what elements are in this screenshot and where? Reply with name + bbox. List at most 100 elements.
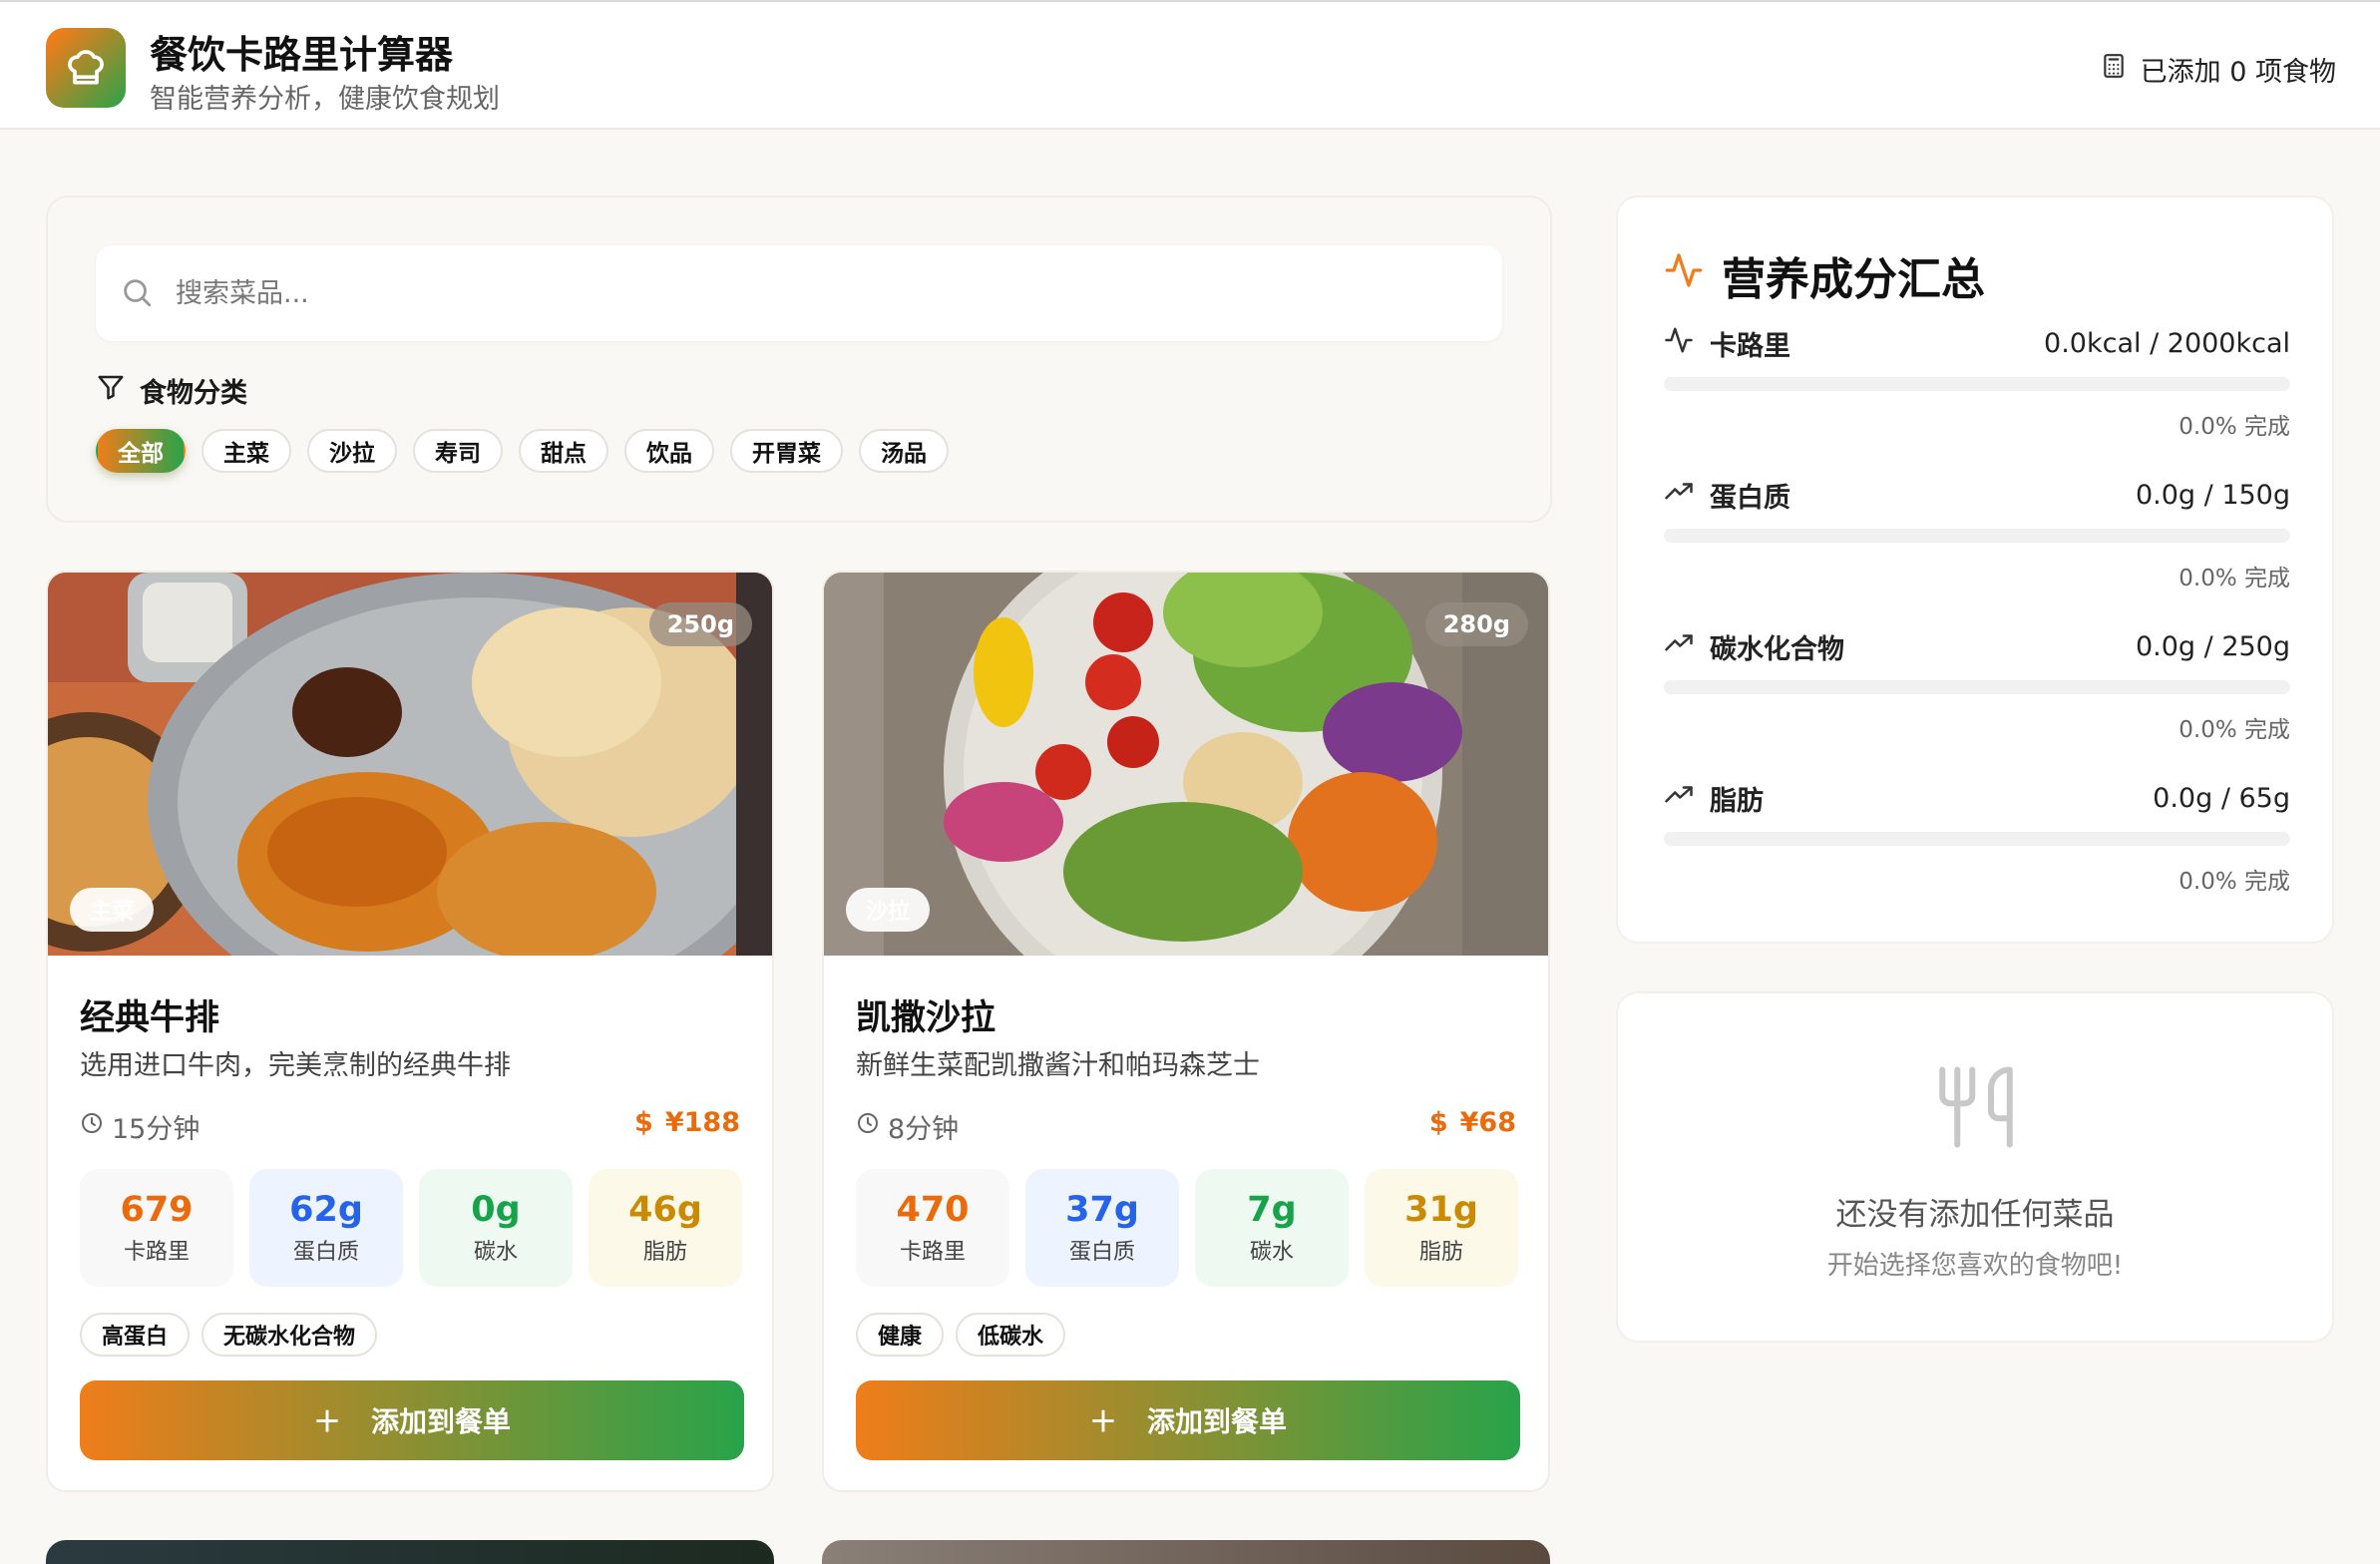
carbs-value: 7g bbox=[1247, 1190, 1297, 1230]
dish-card-preview bbox=[46, 1540, 774, 1564]
summary-heading: 营养成分汇总 bbox=[1664, 243, 1985, 307]
search-icon bbox=[120, 275, 154, 313]
category-salad[interactable]: 沙拉 bbox=[307, 429, 397, 473]
progress-bar bbox=[1664, 832, 2290, 846]
summary-value: 0.0g / 150g bbox=[2135, 479, 2290, 511]
dish-image: 250g 主菜 bbox=[48, 573, 772, 956]
app-subtitle: 智能营养分析，健康饮食规划 bbox=[150, 84, 500, 115]
dollar-icon: $ bbox=[1428, 1107, 1448, 1138]
category-sushi[interactable]: 寿司 bbox=[413, 429, 503, 473]
tag: 无碳水化合物 bbox=[201, 1313, 378, 1357]
weight-badge: 280g bbox=[1424, 602, 1528, 646]
trending-up-icon bbox=[1664, 477, 1694, 514]
category-soup[interactable]: 汤品 bbox=[859, 429, 949, 473]
protein-box: 62g 蛋白质 bbox=[249, 1169, 403, 1287]
category-main[interactable]: 主菜 bbox=[201, 429, 291, 473]
protein-label: 蛋白质 bbox=[292, 1240, 359, 1265]
dish-name: 经典牛排 bbox=[80, 998, 220, 1038]
calories-label: 卡路里 bbox=[123, 1240, 190, 1265]
carbs-summary-row: 碳水化合物 0.0g / 250g 0.0% 完成 bbox=[1664, 626, 2290, 744]
added-count[interactable]: 已添加 0 项食物 bbox=[2101, 50, 2336, 89]
search-box bbox=[96, 245, 1502, 341]
fat-box: 46g 脂肪 bbox=[589, 1169, 742, 1287]
tag: 高蛋白 bbox=[80, 1313, 191, 1357]
protein-summary-row: 蛋白质 0.0g / 150g 0.0% 完成 bbox=[1664, 475, 2290, 592]
calculator-icon bbox=[2101, 52, 2127, 87]
summary-label: 卡路里 bbox=[1710, 330, 1790, 362]
progress-bar bbox=[1664, 377, 2290, 391]
clock-icon bbox=[80, 1111, 104, 1142]
summary-percent: 0.0% 完成 bbox=[2179, 717, 2290, 743]
summary-label: 蛋白质 bbox=[1710, 482, 1790, 514]
add-to-menu-button[interactable]: ＋ 添加到餐单 bbox=[80, 1380, 744, 1460]
activity-icon bbox=[1664, 250, 1704, 301]
price: $ ¥188 bbox=[634, 1107, 740, 1138]
cook-time-label: 8分钟 bbox=[888, 1114, 960, 1145]
summary-percent: 0.0% 完成 bbox=[2179, 869, 2290, 895]
tag-list: 高蛋白 无碳水化合物 bbox=[80, 1313, 378, 1357]
added-count-label: 已添加 0 项食物 bbox=[2140, 57, 2336, 88]
utensils-icon bbox=[1931, 1059, 2021, 1159]
fat-label: 脂肪 bbox=[1418, 1240, 1463, 1265]
trending-up-icon bbox=[1664, 780, 1694, 817]
nutrition-grid: 679 卡路里 62g 蛋白质 0g 碳水 46g 脂肪 bbox=[80, 1169, 742, 1287]
filter-panel: 食物分类 全部 主菜 沙拉 寿司 甜点 饮品 开胃菜 汤品 bbox=[46, 196, 1552, 523]
category-title: 食物分类 bbox=[140, 378, 247, 409]
add-to-menu-label: 添加到餐单 bbox=[371, 1406, 512, 1437]
nutrition-summary: 营养成分汇总 卡路里 0.0kcal / 2000kcal 0.0% 完成 蛋白… bbox=[1616, 196, 2334, 944]
summary-value: 0.0g / 250g bbox=[2135, 630, 2290, 662]
tag-list: 健康 低碳水 bbox=[856, 1313, 1066, 1357]
calories-value: 679 bbox=[120, 1190, 194, 1230]
category-list: 全部 主菜 沙拉 寿司 甜点 饮品 开胃菜 汤品 bbox=[96, 429, 949, 473]
fat-label: 脂肪 bbox=[642, 1240, 687, 1265]
dish-card: 280g 沙拉 凯撒沙拉 新鲜生菜配凯撒酱汁和帕玛森芝士 8分钟 $ ¥68 4… bbox=[822, 571, 1550, 1492]
summary-value: 0.0kcal / 2000kcal bbox=[2044, 327, 2290, 359]
calories-box: 470 卡路里 bbox=[856, 1169, 1009, 1287]
search-input[interactable] bbox=[176, 267, 1373, 319]
plus-icon: ＋ bbox=[312, 1406, 341, 1437]
calories-label: 卡路里 bbox=[899, 1240, 966, 1265]
carbs-label: 碳水 bbox=[1249, 1240, 1294, 1265]
price-label: ¥188 bbox=[664, 1107, 740, 1138]
progress-bar bbox=[1664, 529, 2290, 543]
protein-value: 62g bbox=[289, 1190, 363, 1230]
carbs-label: 碳水 bbox=[473, 1240, 518, 1265]
add-to-menu-label: 添加到餐单 bbox=[1147, 1406, 1288, 1437]
fat-value: 31g bbox=[1404, 1190, 1478, 1230]
empty-state: 还没有添加任何菜品 开始选择您喜欢的食物吧! bbox=[1616, 991, 2334, 1343]
plus-icon: ＋ bbox=[1088, 1406, 1117, 1437]
fat-box: 31g 脂肪 bbox=[1365, 1169, 1518, 1287]
empty-title: 还没有添加任何菜品 bbox=[1835, 1197, 2115, 1233]
protein-value: 37g bbox=[1065, 1190, 1139, 1230]
tag: 低碳水 bbox=[956, 1313, 1066, 1357]
summary-label: 碳水化合物 bbox=[1710, 633, 1844, 665]
category-all[interactable]: 全部 bbox=[96, 429, 186, 473]
category-dessert[interactable]: 甜点 bbox=[519, 429, 608, 473]
dollar-icon: $ bbox=[634, 1107, 653, 1138]
summary-percent: 0.0% 完成 bbox=[2179, 566, 2290, 591]
carbs-box: 7g 碳水 bbox=[1195, 1169, 1349, 1287]
calories-summary-row: 卡路里 0.0kcal / 2000kcal 0.0% 完成 bbox=[1664, 323, 2290, 441]
trending-up-icon bbox=[1664, 628, 1694, 665]
dish-card-preview bbox=[822, 1540, 1550, 1564]
fat-summary-row: 脂肪 0.0g / 65g 0.0% 完成 bbox=[1664, 778, 2290, 896]
fat-value: 46g bbox=[628, 1190, 702, 1230]
cook-time: 8分钟 bbox=[856, 1107, 959, 1146]
category-appetizer[interactable]: 开胃菜 bbox=[730, 429, 843, 473]
add-to-menu-button[interactable]: ＋ 添加到餐单 bbox=[856, 1380, 1520, 1460]
empty-subtitle: 开始选择您喜欢的食物吧! bbox=[1826, 1251, 2124, 1281]
activity-icon bbox=[1664, 325, 1694, 362]
app-title: 餐饮卡路里计算器 bbox=[150, 33, 454, 77]
dish-description: 选用进口牛肉，完美烹制的经典牛排 bbox=[80, 1050, 511, 1081]
category-heading: 食物分类 bbox=[96, 371, 247, 410]
dish-image: 280g 沙拉 bbox=[824, 573, 1548, 956]
app-header: 餐饮卡路里计算器 智能营养分析，健康饮食规划 已添加 0 项食物 bbox=[0, 0, 2380, 130]
calories-value: 470 bbox=[896, 1190, 970, 1230]
category-drinks[interactable]: 饮品 bbox=[624, 429, 714, 473]
summary-title: 营养成分汇总 bbox=[1722, 254, 1985, 305]
category-badge: 主菜 bbox=[70, 888, 155, 932]
summary-value: 0.0g / 65g bbox=[2153, 782, 2290, 814]
protein-label: 蛋白质 bbox=[1068, 1240, 1135, 1265]
dish-description: 新鲜生菜配凯撒酱汁和帕玛森芝士 bbox=[856, 1050, 1260, 1081]
carbs-value: 0g bbox=[471, 1190, 521, 1230]
